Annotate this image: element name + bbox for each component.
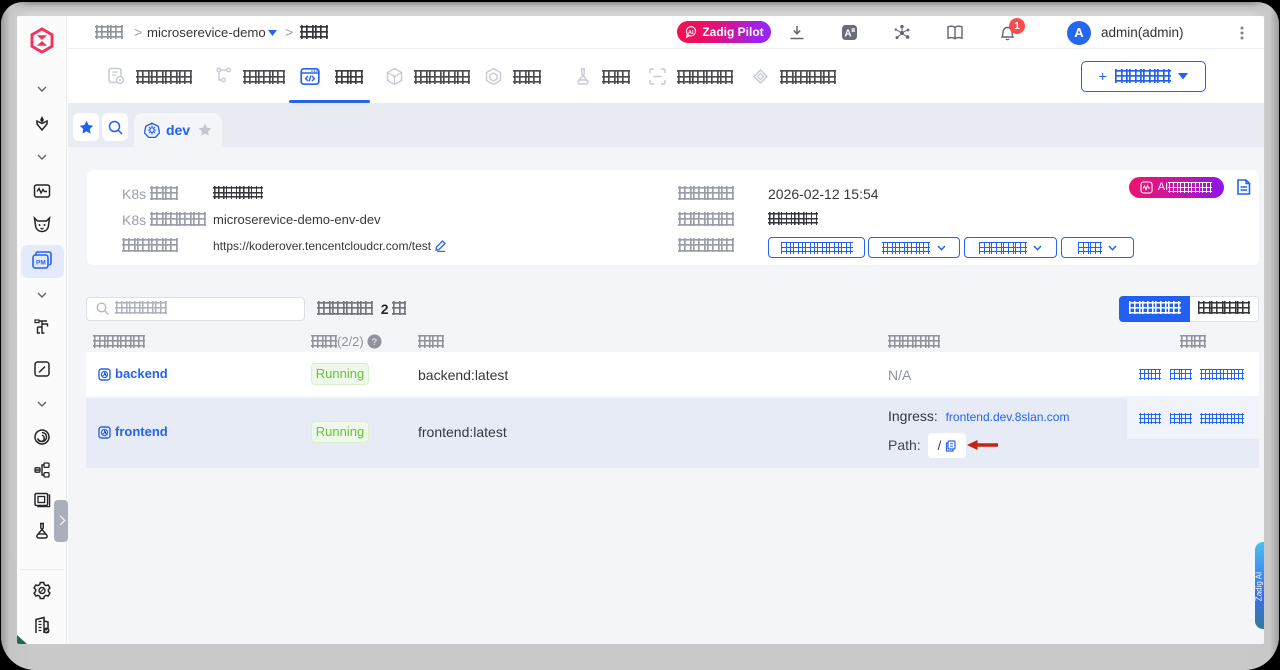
svg-text:?: ? (372, 337, 377, 348)
svg-text:PM: PM (36, 260, 46, 267)
svg-text:A: A (844, 28, 851, 39)
svg-text:AI: AI (688, 30, 694, 36)
